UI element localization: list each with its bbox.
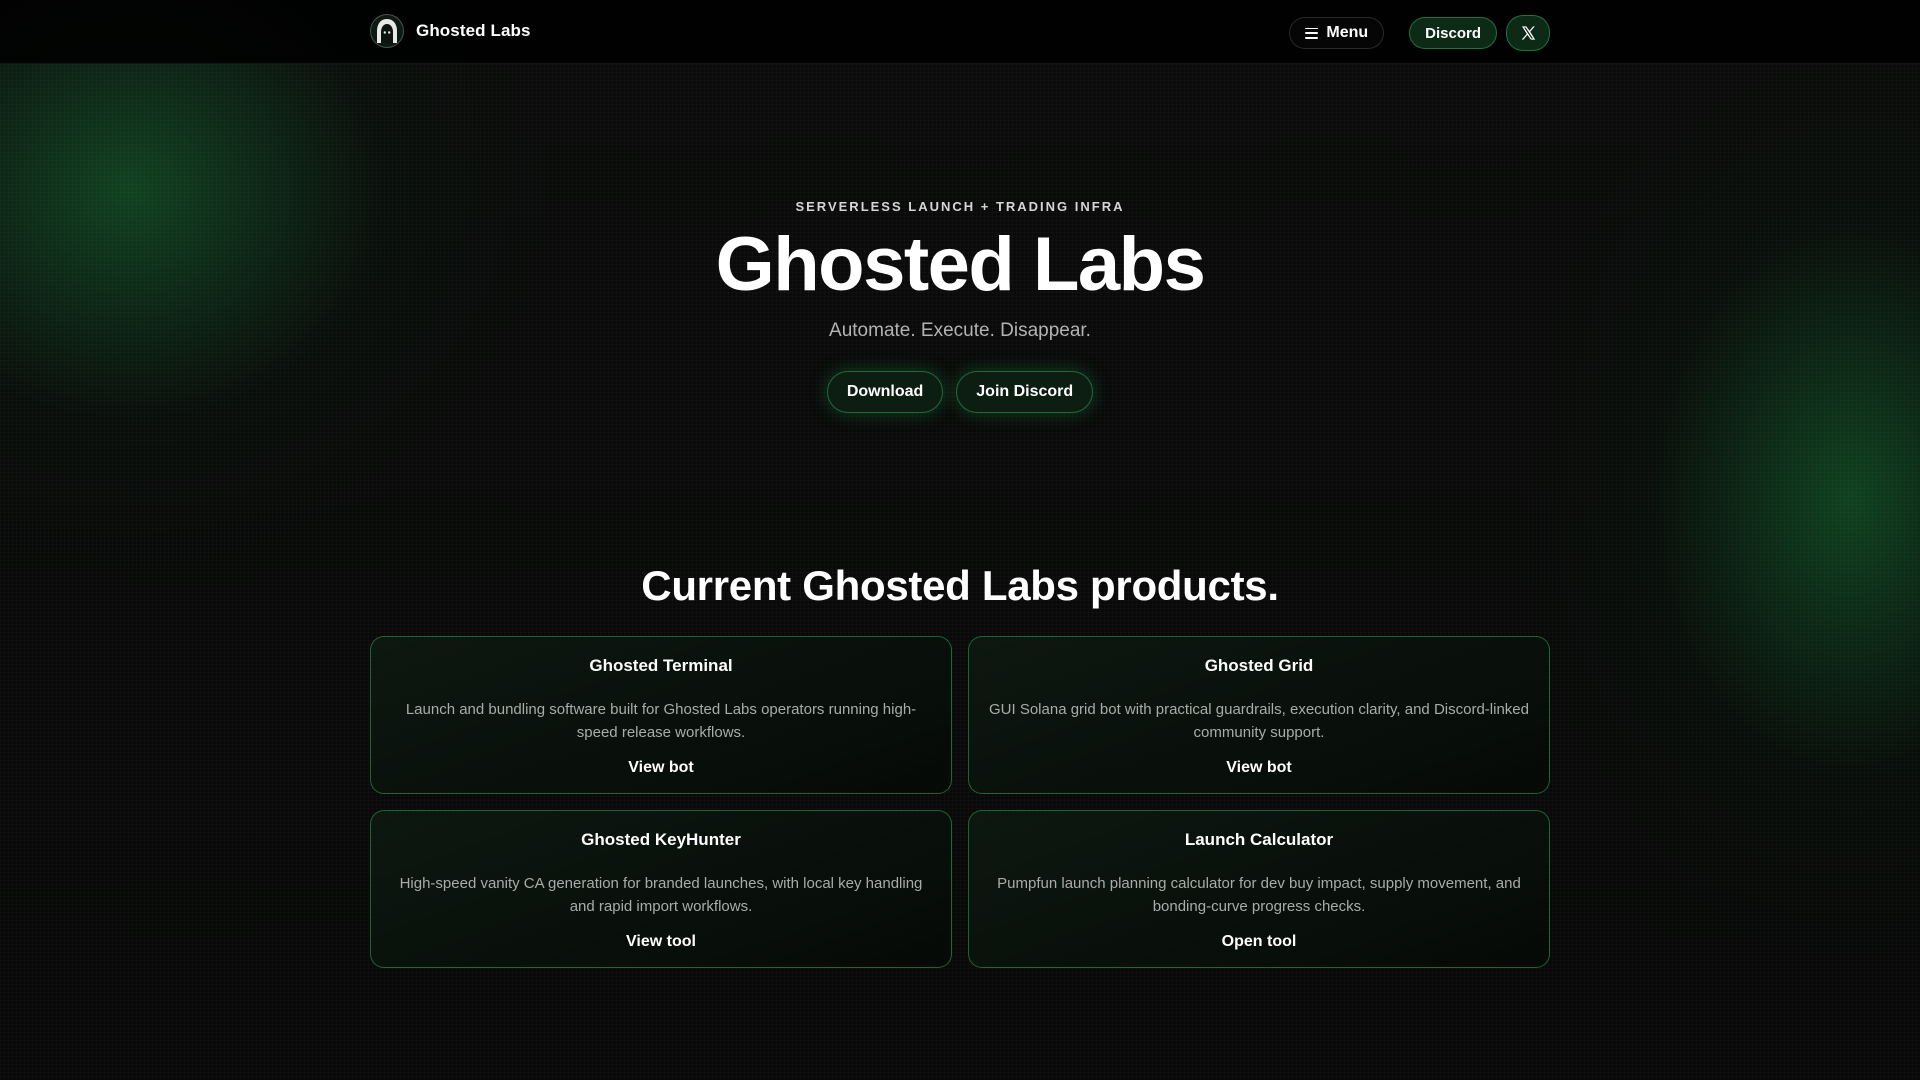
- hooded-ghost-icon: [370, 14, 404, 48]
- product-card-launch-calculator: Launch Calculator Pumpfun launch plannin…: [968, 810, 1550, 968]
- page: Ghosted Labs Menu Discord SERVERLESS LAU…: [0, 0, 1920, 1080]
- view-tool-link[interactable]: View tool: [371, 933, 951, 951]
- products-section-title: Current Ghosted Labs products.: [641, 562, 1279, 609]
- brand-home-link[interactable]: Ghosted Labs: [370, 14, 531, 48]
- open-tool-link[interactable]: Open tool: [969, 933, 1549, 951]
- menu-button[interactable]: Menu: [1289, 17, 1385, 49]
- hamburger-icon: [1305, 27, 1319, 39]
- x-logo-icon: [1521, 26, 1536, 40]
- top-navbar: Ghosted Labs Menu Discord: [0, 0, 1920, 64]
- brand-name: Ghosted Labs: [416, 21, 531, 40]
- discord-nav-button[interactable]: Discord: [1409, 17, 1497, 49]
- product-card-description: GUI Solana grid bot with practical guard…: [989, 701, 1529, 741]
- products-grid: Ghosted Terminal Launch and bundling sof…: [370, 636, 1550, 968]
- product-card-ghosted-terminal: Ghosted Terminal Launch and bundling sof…: [370, 636, 952, 794]
- x-social-button[interactable]: [1506, 15, 1550, 51]
- product-card-title: Ghosted Terminal: [589, 656, 733, 675]
- join-discord-button[interactable]: Join Discord: [956, 371, 1094, 413]
- product-card-title: Launch Calculator: [1184, 830, 1334, 849]
- product-card-ghosted-grid: Ghosted Grid GUI Solana grid bot with pr…: [968, 636, 1550, 794]
- view-bot-link[interactable]: View bot: [371, 759, 951, 777]
- product-card-description: High-speed vanity CA generation for bran…: [399, 875, 923, 915]
- nav-actions: Menu Discord: [1289, 15, 1550, 51]
- hero-eyebrow: SERVERLESS LAUNCH + TRADING INFRA: [795, 199, 1125, 214]
- hero-title: Ghosted Labs: [715, 222, 1206, 307]
- product-card-title: Ghosted KeyHunter: [581, 830, 741, 849]
- product-card-ghosted-keyhunter: Ghosted KeyHunter High-speed vanity CA g…: [370, 810, 952, 968]
- download-button[interactable]: Download: [826, 371, 944, 413]
- hero-tagline: Automate. Execute. Disappear.: [829, 320, 1091, 341]
- view-bot-link[interactable]: View bot: [969, 759, 1549, 777]
- hero-buttons: Download Join Discord: [0, 371, 1920, 413]
- menu-label: Menu: [1326, 24, 1369, 41]
- product-card-title: Ghosted Grid: [1204, 656, 1314, 675]
- product-card-description: Pumpfun launch planning calculator for d…: [997, 875, 1521, 915]
- product-card-description: Launch and bundling software built for G…: [405, 701, 917, 741]
